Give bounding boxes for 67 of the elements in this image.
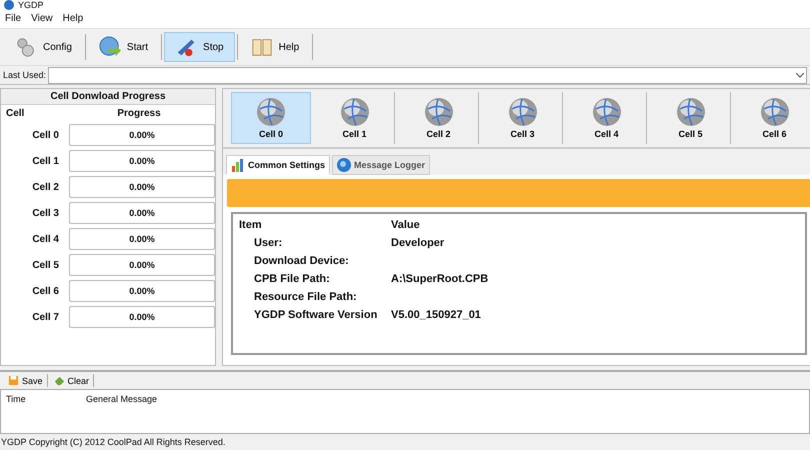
progress-text: 0.00% [129,182,155,192]
menu-item[interactable]: View [31,13,53,25]
column-header: Item [239,219,263,231]
setting-name: Resource File Path: [253,291,358,303]
window-title: YGDP [18,0,44,10]
cell-label: Cell 3 [31,208,60,218]
menu-item[interactable]: File [5,13,22,25]
toolbar-button[interactable]: Config [4,32,83,62]
column-header: Time [6,394,27,406]
cell-button[interactable]: Cell 5 [651,92,731,144]
progress-text: 0.00% [129,208,155,218]
last-used-label: Last Used: [3,70,46,80]
setting-name: YGDP Software Version [253,309,378,321]
tab[interactable]: Message Logger [332,155,430,175]
globe-icon [592,97,622,127]
cell-button[interactable]: Cell 4 [567,92,647,144]
toolbar-button[interactable]: Stop [164,32,235,62]
globe-icon [340,97,370,127]
cell-button[interactable]: Cell 3 [483,92,563,144]
panel-title: Cell Donwload Progress [1,89,215,105]
globe-icon [256,97,286,127]
cell-button[interactable]: Cell 6 [735,92,810,144]
progress-text: 0.00% [129,286,155,296]
progress-text: 0.00% [129,260,155,270]
cell-label: Cell 6 [31,286,60,296]
log-toolbar-button[interactable]: Clear [50,374,94,387]
status-text: YGDP Copyright (C) 2012 CoolPad All Rights Reserved. [0,436,226,448]
setting-value: A:\SuperRoot.CPB [391,273,488,285]
setting-name: Download Device: [253,255,350,267]
column-header: Value [391,219,420,231]
dropdown-caret-icon [796,72,804,78]
bar-chart-icon [231,158,245,172]
globe-icon [760,97,790,127]
progress-text: 0.00% [129,312,155,322]
globe-icon [508,97,538,127]
last-used-dropdown[interactable] [48,66,807,84]
cell-label: Cell 2 [31,182,60,192]
progress-text: 0.00% [129,156,155,166]
cell-label: Cell 4 [31,234,60,244]
cell-label: Cell 1 [31,156,60,166]
progress-text: 0.00% [129,130,155,140]
column-header: Progress [116,108,162,119]
toolbar-button[interactable]: Start [88,32,160,62]
cell-label: Cell 0 [31,130,60,140]
globe-icon [337,158,352,172]
globe-icon [424,97,454,127]
toolbar-button[interactable]: Help [240,32,310,62]
app-logo-icon [4,0,14,10]
cell-button[interactable]: Cell 1 [315,92,395,144]
gears-icon [15,36,37,58]
setting-name: CPB File Path: [253,273,331,285]
setting-value: V5.00_150927_01 [391,309,481,321]
globe-icon [676,97,706,127]
cell-label: Cell 7 [31,312,60,322]
log-toolbar-button[interactable]: Save [4,374,48,387]
tab[interactable]: Common Settings [226,155,330,175]
menu-item[interactable]: Help [62,13,84,25]
floppy-icon [8,375,19,386]
cell-button[interactable]: Cell 2 [399,92,479,144]
setting-value: Developer [391,237,444,249]
setting-name: User: [253,237,284,249]
column-header: General Message [86,394,158,406]
column-header: Cell [6,108,26,119]
book-icon [250,36,273,58]
cell-button[interactable]: Cell 0 [231,92,311,144]
progress-text: 0.00% [129,234,155,244]
cell-label: Cell 5 [31,260,60,270]
